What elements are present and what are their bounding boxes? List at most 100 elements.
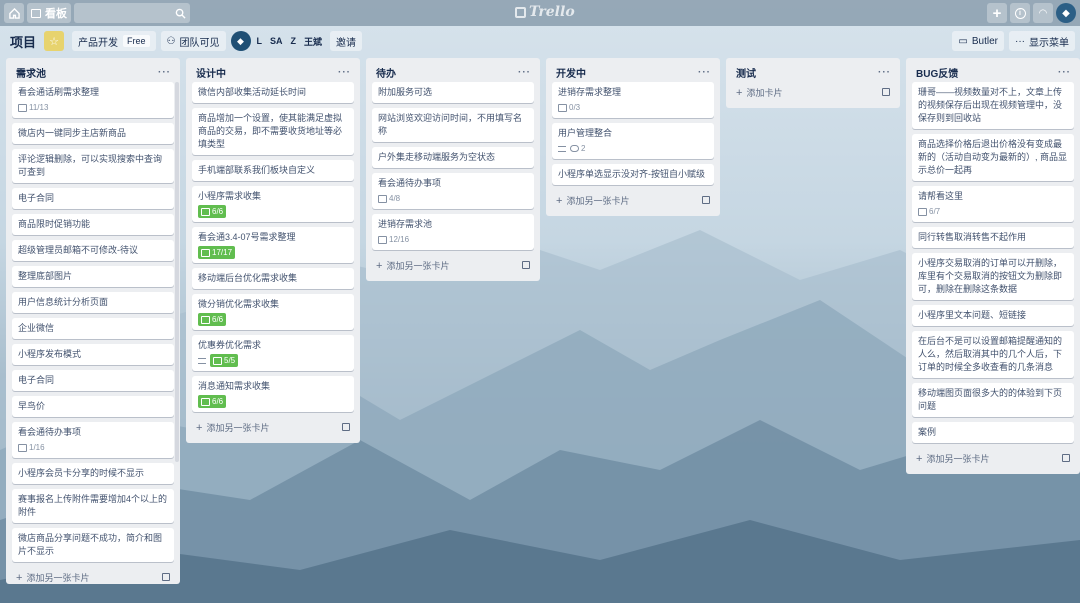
- card[interactable]: 小程序单选显示没对齐-按钮自小赋级: [552, 164, 714, 185]
- card[interactable]: 商品选择价格后退出价格没有变成最新的（活动自动变为最新的）, 商品显示总价一起再: [912, 134, 1074, 181]
- card[interactable]: 进销存需求池 12/16: [372, 214, 534, 250]
- card[interactable]: 微店内一键同步主店新商品: [12, 123, 174, 144]
- add-card-button[interactable]: + 添加另一张卡片: [192, 417, 354, 437]
- card[interactable]: 整理底部图片: [12, 266, 174, 287]
- card[interactable]: 优惠券优化需求 5/5: [192, 335, 354, 371]
- card[interactable]: 珊哥——视频数量对不上，文章上传的视频保存后出现在视频管理中，没保存则到回收站: [912, 82, 1074, 129]
- info-button[interactable]: i: [1010, 3, 1030, 23]
- card[interactable]: 早鸟价: [12, 396, 174, 417]
- butler-button[interactable]: ▭ Butler: [952, 31, 1004, 51]
- more-icon[interactable]: ···: [878, 67, 891, 78]
- card[interactable]: 户外集走移动端服务为空状态: [372, 147, 534, 168]
- trello-logo[interactable]: Trello: [515, 4, 575, 20]
- card[interactable]: 消息通知需求收集 6/6: [192, 376, 354, 412]
- card[interactable]: 看会通3.4-07号需求整理 17/17: [192, 227, 354, 263]
- card[interactable]: 微信内部收集活动延长时间: [192, 82, 354, 103]
- list-header[interactable]: 需求池 ···: [12, 62, 174, 82]
- card[interactable]: 看会通话刷需求整理 11/13: [12, 82, 174, 118]
- visibility-button[interactable]: ⚇ 团队可见: [160, 31, 226, 51]
- template-icon[interactable]: [882, 88, 890, 96]
- card[interactable]: 请帮看这里 6/7: [912, 186, 1074, 222]
- list-scrollbar[interactable]: [175, 82, 179, 462]
- team-button[interactable]: 产品开发 Free: [72, 31, 156, 51]
- template-icon[interactable]: [702, 196, 710, 204]
- card[interactable]: 附加服务可选: [372, 82, 534, 103]
- template-icon[interactable]: [162, 573, 170, 581]
- card[interactable]: 进销存需求整理 0/3: [552, 82, 714, 118]
- list-header[interactable]: 测试 ···: [732, 62, 894, 82]
- board-title[interactable]: 项目: [10, 32, 36, 51]
- list-header[interactable]: 设计中 ···: [192, 62, 354, 82]
- list-title[interactable]: 待办: [376, 65, 396, 80]
- member-initials[interactable]: SA: [270, 36, 283, 46]
- card[interactable]: 网站浏览欢迎访问时间，不用填写名称: [372, 108, 534, 142]
- more-icon[interactable]: ···: [338, 67, 351, 78]
- search-input[interactable]: [74, 3, 190, 23]
- invite-button[interactable]: 邀请: [330, 31, 363, 51]
- card[interactable]: 赛事报名上传附件需要增加4个以上的附件: [12, 489, 174, 523]
- card[interactable]: 用户信息统计分析页面: [12, 292, 174, 313]
- card[interactable]: 微店商品分享问题不成功，简介和图片不显示: [12, 528, 174, 562]
- add-card-button[interactable]: + 添加另一张卡片: [912, 448, 1074, 468]
- card[interactable]: 商品限时促销功能: [12, 214, 174, 235]
- list-header[interactable]: 开发中 ···: [552, 62, 714, 82]
- card[interactable]: 在后台不是可以设置邮箱提醒通知的人么，然后取消其中的几个人后，下订单的时候全多收…: [912, 331, 1074, 378]
- card[interactable]: 评论逻辑删除，可以实现搜索中查询可查到: [12, 149, 174, 183]
- list-title[interactable]: BUG反馈: [916, 65, 958, 80]
- card[interactable]: 商品增加一个设置，使其能满足虚拟商品的交易，即不需要收货地址等必填类型: [192, 108, 354, 155]
- card[interactable]: 用户管理整合 2: [552, 123, 714, 159]
- add-card-link[interactable]: + 添加另一张卡片: [376, 259, 449, 272]
- add-card-button[interactable]: + 添加另一张卡片: [372, 255, 534, 275]
- card[interactable]: 企业微信: [12, 318, 174, 339]
- add-card-link[interactable]: + 添加卡片: [736, 86, 782, 99]
- card[interactable]: 小程序发布模式: [12, 344, 174, 365]
- member-avatar[interactable]: ◆: [230, 31, 251, 51]
- add-card-link[interactable]: + 添加另一张卡片: [556, 194, 629, 207]
- list-header[interactable]: BUG反馈 ···: [912, 62, 1074, 82]
- more-icon[interactable]: ···: [158, 67, 171, 78]
- notifications-button[interactable]: ◠: [1033, 3, 1053, 23]
- show-menu-button[interactable]: ··· 显示菜单: [1009, 31, 1075, 51]
- add-card-link[interactable]: + 添加另一张卡片: [16, 571, 89, 584]
- list-title[interactable]: 测试: [736, 65, 756, 80]
- create-button[interactable]: +: [987, 3, 1007, 23]
- user-avatar[interactable]: ◆: [1056, 3, 1076, 23]
- list-title[interactable]: 设计中: [196, 65, 226, 80]
- more-icon[interactable]: ···: [1058, 67, 1071, 78]
- card[interactable]: 同行转售取消转售不起作用: [912, 227, 1074, 248]
- card[interactable]: 移动端后台优化需求收集: [192, 268, 354, 289]
- plus-icon: +: [916, 452, 923, 465]
- boards-button[interactable]: 看板: [27, 3, 71, 23]
- card[interactable]: 手机端部联系我们板块自定义: [192, 160, 354, 181]
- list-header[interactable]: 待办 ···: [372, 62, 534, 82]
- card[interactable]: 案例: [912, 422, 1074, 443]
- list-title[interactable]: 需求池: [16, 65, 46, 80]
- more-icon[interactable]: ···: [518, 67, 531, 78]
- more-icon[interactable]: ···: [698, 67, 711, 78]
- home-button[interactable]: [4, 3, 24, 23]
- template-icon[interactable]: [522, 261, 530, 269]
- card[interactable]: 超级管理员邮箱不可修改-待议: [12, 240, 174, 261]
- add-card-button[interactable]: + 添加卡片: [732, 82, 894, 102]
- add-card-button[interactable]: + 添加另一张卡片: [552, 190, 714, 210]
- template-icon[interactable]: [342, 423, 350, 431]
- add-card-link[interactable]: + 添加另一张卡片: [196, 421, 269, 434]
- card[interactable]: 看会通待办事项 1/16: [12, 422, 174, 458]
- card[interactable]: 小程序需求收集 6/6: [192, 186, 354, 222]
- member-initials[interactable]: 王斌: [304, 35, 322, 48]
- add-card-link[interactable]: + 添加另一张卡片: [916, 452, 989, 465]
- list-title[interactable]: 开发中: [556, 65, 586, 80]
- card[interactable]: 电子合同: [12, 188, 174, 209]
- add-card-button[interactable]: + 添加另一张卡片: [12, 567, 174, 584]
- card[interactable]: 移动端图页面很多大的的体验到下页问题: [912, 383, 1074, 417]
- card[interactable]: 电子合同: [12, 370, 174, 391]
- card[interactable]: 小程序交易取消的订单可以开删除，库里有个交易取消的按钮文为删除即可，删除在删除这…: [912, 253, 1074, 300]
- card[interactable]: 微分销优化需求收集 6/6: [192, 294, 354, 330]
- member-initials[interactable]: Z: [291, 36, 297, 46]
- card[interactable]: 看会通待办事项 4/8: [372, 173, 534, 209]
- card[interactable]: 小程序里文本问题、短链接: [912, 305, 1074, 326]
- member-initials[interactable]: L: [257, 36, 263, 46]
- star-button[interactable]: ☆: [44, 31, 65, 51]
- card[interactable]: 小程序会员卡分享的时候不显示: [12, 463, 174, 484]
- template-icon[interactable]: [1062, 454, 1070, 462]
